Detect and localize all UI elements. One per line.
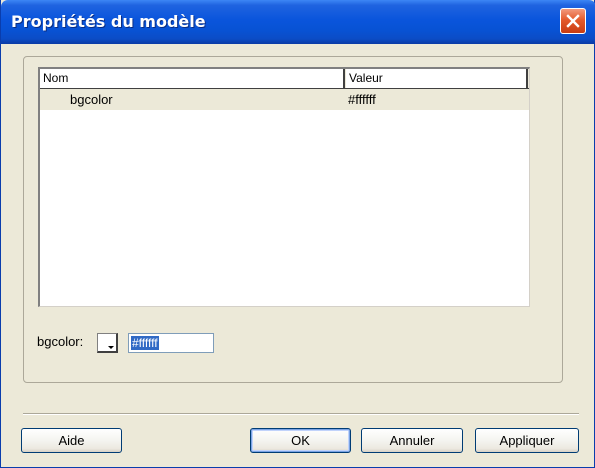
divider [23,413,579,415]
color-value-input[interactable]: #ffffff [128,333,214,353]
dialog-window: Propriétés du modèle Nom Valeur bgcolor … [0,0,595,468]
row-value: #ffffff [348,92,376,107]
cancel-button[interactable]: Annuler [361,428,463,453]
chevron-down-icon [108,346,114,349]
property-label: bgcolor: [37,334,84,349]
column-header-nom[interactable]: Nom [40,69,345,88]
table-row[interactable]: bgcolor #ffffff [40,89,529,110]
window-title: Propriétés du modèle [11,12,206,31]
close-button[interactable] [560,8,586,34]
close-icon [566,14,580,28]
properties-list[interactable]: Nom Valeur bgcolor #ffffff [38,67,530,307]
color-value-text: #ffffff [131,336,159,350]
row-name: bgcolor [70,92,113,107]
color-picker-button[interactable] [97,333,118,353]
title-bar[interactable]: Propriétés du modèle [1,0,595,44]
help-button[interactable]: Aide [21,428,122,453]
column-header-valeur[interactable]: Valeur [346,69,528,88]
ok-button[interactable]: OK [250,428,351,453]
apply-button[interactable]: Appliquer [475,428,579,453]
list-header: Nom Valeur [40,69,529,89]
